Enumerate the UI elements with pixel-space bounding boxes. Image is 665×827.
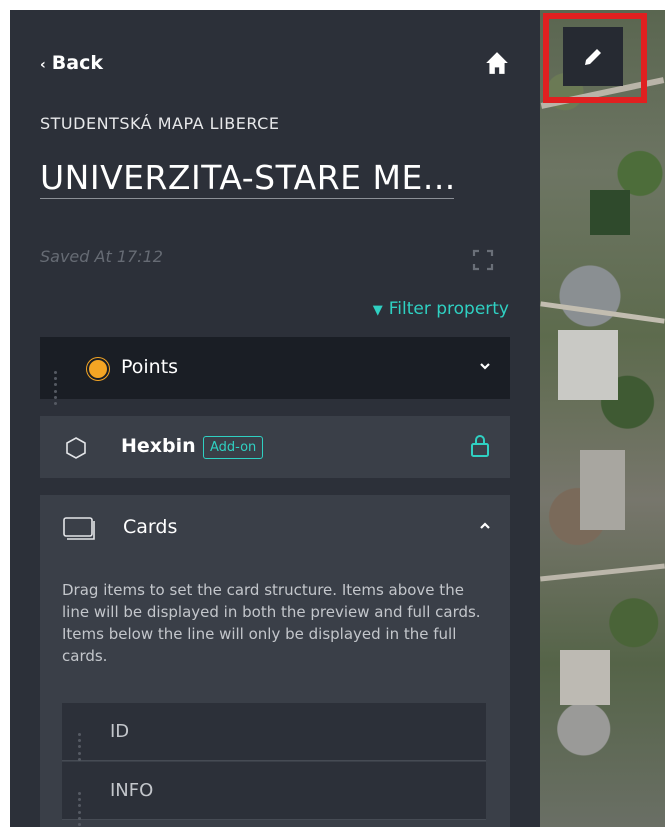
map-building (560, 650, 610, 705)
edit-button[interactable] (563, 27, 623, 86)
back-label: Back (51, 52, 103, 74)
card-field-label: ID (110, 721, 130, 742)
home-icon[interactable] (484, 50, 510, 76)
saved-status: Saved At 17:12 (40, 247, 163, 266)
map-view[interactable] (540, 10, 665, 827)
map-building (580, 450, 625, 530)
card-field-row[interactable]: ID (62, 703, 486, 767)
drag-handle-icon[interactable] (54, 359, 62, 405)
back-button[interactable]: ‹ Back (40, 52, 103, 74)
lock-icon[interactable] (470, 434, 490, 458)
card-field-row[interactable]: INFO (62, 762, 486, 826)
layer-cards: Cards Drag items to set the card structu… (40, 495, 510, 827)
map-building (558, 330, 618, 400)
hexagon-icon (66, 437, 86, 459)
filter-property-button[interactable]: ▼ Filter property (373, 299, 509, 319)
layer-cards-label[interactable]: Cards (123, 516, 177, 538)
project-name: STUDENTSKÁ MAPA LIBERCE (40, 114, 280, 133)
pencil-icon (585, 48, 601, 65)
chevron-up-icon[interactable] (478, 519, 492, 533)
layer-hexbin-label: Hexbin (121, 435, 196, 457)
side-panel: ‹ Back STUDENTSKÁ MAPA LIBERCE UNIVERZITA… (10, 10, 540, 827)
title-underline (40, 198, 454, 199)
cards-description: Drag items to set the card structure. It… (62, 581, 481, 665)
layer-points[interactable]: Points (40, 337, 510, 405)
cards-icon (63, 517, 95, 540)
chevron-down-icon[interactable] (478, 359, 492, 373)
map-road (540, 301, 665, 324)
layer-hexbin[interactable]: Hexbin Add-on (40, 416, 510, 478)
filter-icon: ▼ (372, 303, 383, 318)
map-road (540, 563, 665, 582)
panel-header: ‹ Back (40, 52, 510, 80)
page-title[interactable]: UNIVERZITA-STARE ME... (40, 158, 456, 197)
fullscreen-icon[interactable] (472, 249, 494, 271)
drag-handle-icon[interactable] (78, 721, 86, 767)
addon-badge: Add-on (203, 436, 264, 459)
layer-points-label: Points (121, 356, 179, 378)
chevron-left-icon: ‹ (40, 57, 46, 73)
drag-handle-icon[interactable] (78, 780, 86, 826)
card-field-label: INFO (110, 780, 154, 801)
filter-label: Filter property (388, 299, 509, 319)
map-building (590, 190, 630, 235)
layer-color-swatch[interactable] (87, 358, 109, 380)
